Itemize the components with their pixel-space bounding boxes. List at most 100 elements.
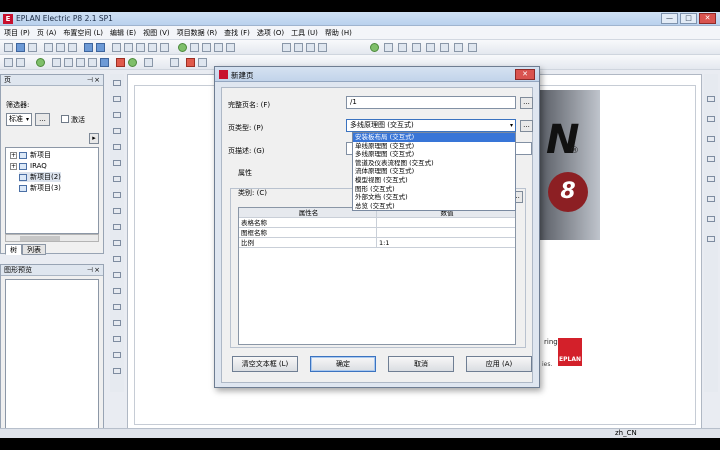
copy-icon[interactable] — [56, 43, 65, 52]
table-row[interactable]: 表格名称 — [239, 218, 515, 228]
paste-icon[interactable] — [68, 43, 77, 52]
window-icon[interactable] — [190, 43, 199, 52]
zoom-out-icon[interactable] — [214, 43, 223, 52]
full-page-name-browse-button[interactable]: ... — [520, 97, 533, 109]
cross-ref-icon[interactable] — [306, 43, 315, 52]
measure-icon[interactable] — [294, 43, 303, 52]
tool-icon[interactable] — [113, 320, 121, 326]
ok-button[interactable]: 确定 — [310, 356, 376, 372]
menu-tools[interactable]: 工具 (U) — [291, 28, 318, 38]
tool-icon[interactable] — [707, 196, 715, 202]
tree-item-new-project[interactable]: + 新项目 — [10, 150, 51, 160]
table-row[interactable]: 比例 1:1 — [239, 238, 515, 248]
clear-textbox-button[interactable]: 清空文本框 (L) — [232, 356, 298, 372]
zoom-in-icon[interactable] — [202, 43, 211, 52]
tree-item-new-project-2[interactable]: 新项目(2) — [19, 172, 61, 182]
tool-icon[interactable] — [113, 272, 121, 278]
page-icon[interactable] — [282, 43, 291, 52]
tool-icon[interactable] — [113, 80, 121, 86]
tool-icon[interactable] — [113, 304, 121, 310]
menu-edit[interactable]: 编辑 (E) — [110, 28, 136, 38]
dropdown-option[interactable]: 图形 (交互式) — [353, 185, 515, 194]
jump-icon[interactable] — [198, 58, 207, 67]
dropdown-option[interactable]: 外部文档 (交互式) — [353, 193, 515, 202]
maximize-button[interactable]: □ — [680, 13, 697, 24]
component-icon[interactable] — [36, 58, 45, 67]
tool-icon[interactable] — [113, 224, 121, 230]
tool-icon[interactable] — [113, 128, 121, 134]
property-value[interactable] — [377, 218, 515, 227]
menu-help[interactable]: 帮助 (H) — [325, 28, 352, 38]
menu-view[interactable]: 视图 (V) — [143, 28, 169, 38]
menu-page[interactable]: 页 (A) — [37, 28, 56, 38]
tool-icon[interactable] — [113, 256, 121, 262]
tool-icon[interactable] — [113, 240, 121, 246]
filter-more-button[interactable]: ... — [35, 113, 50, 126]
tool-icon[interactable] — [113, 368, 121, 374]
property-value[interactable] — [377, 228, 515, 237]
expand-icon[interactable]: + — [10, 151, 17, 159]
dropdown-option[interactable]: 流体原理图 (交互式) — [353, 167, 515, 176]
tool-icon[interactable] — [113, 192, 121, 198]
tool-icon[interactable] — [113, 144, 121, 150]
layer-icon[interactable] — [148, 43, 157, 52]
pin-icon[interactable]: ⊣ — [87, 75, 93, 85]
pin-icon[interactable]: ⊣ — [87, 265, 93, 275]
close-icon[interactable]: × — [94, 265, 100, 275]
dropdown-option[interactable]: 总览 (交互式) — [353, 202, 515, 211]
tool-icon[interactable] — [707, 176, 715, 182]
close-window-button[interactable]: ✕ — [699, 13, 716, 24]
tool-icon[interactable] — [113, 336, 121, 342]
grid-icon[interactable] — [124, 43, 133, 52]
wire-icon[interactable] — [88, 58, 97, 67]
bracket-icon[interactable] — [170, 58, 179, 67]
menu-layout-space[interactable]: 布置空间 (L) — [63, 28, 103, 38]
device-icon[interactable] — [16, 58, 25, 67]
snap-icon[interactable] — [136, 43, 145, 52]
cable-icon[interactable] — [76, 58, 85, 67]
connector-icon[interactable] — [52, 58, 61, 67]
dropdown-option[interactable]: 安装板布局 (交互式) — [353, 133, 515, 142]
tree-horizontal-scrollbar[interactable] — [5, 234, 99, 242]
new-icon[interactable] — [4, 43, 13, 52]
circle-icon[interactable] — [468, 43, 477, 52]
tool-icon[interactable] — [113, 96, 121, 102]
menu-options[interactable]: 选项 (O) — [257, 28, 284, 38]
interrupt-icon[interactable] — [116, 58, 125, 67]
property-value[interactable]: 1:1 — [377, 238, 515, 247]
tool-icon[interactable] — [113, 208, 121, 214]
search-icon[interactable] — [318, 43, 327, 52]
tool-icon[interactable] — [707, 136, 715, 142]
terminal-icon[interactable] — [64, 58, 73, 67]
bus-icon[interactable] — [144, 58, 153, 67]
run-icon[interactable] — [178, 43, 187, 52]
tool-icon[interactable] — [113, 176, 121, 182]
text-icon[interactable] — [426, 43, 435, 52]
menu-find[interactable]: 查找 (F) — [224, 28, 250, 38]
tree-item-new-project-3[interactable]: 新项目(3) — [19, 183, 61, 193]
cut-icon[interactable] — [44, 43, 53, 52]
dropdown-option[interactable]: 模型视图 (交互式) — [353, 176, 515, 185]
check-icon[interactable] — [370, 43, 379, 52]
arc-icon[interactable] — [454, 43, 463, 52]
graphics-icon[interactable] — [412, 43, 421, 52]
print-icon[interactable] — [112, 43, 121, 52]
filter-select[interactable]: 标准 ▾ — [6, 113, 32, 126]
dialog-close-button[interactable]: ✕ — [515, 69, 535, 80]
activate-checkbox[interactable] — [61, 115, 69, 123]
tool-icon[interactable] — [707, 156, 715, 162]
tree-item-iraq[interactable]: + IRAQ — [10, 161, 47, 171]
close-icon[interactable]: × — [94, 75, 100, 85]
potential-icon[interactable] — [128, 58, 137, 67]
report-icon[interactable] — [384, 43, 393, 52]
page-type-select[interactable]: 多线原理图 (交互式) ▾ — [346, 119, 516, 132]
page-type-browse-button[interactable]: ... — [520, 120, 533, 132]
minimize-button[interactable]: — — [661, 13, 678, 24]
menu-project[interactable]: 项目 (P) — [4, 28, 30, 38]
apply-button[interactable]: 应用 (A) — [466, 356, 532, 372]
cancel-button[interactable]: 取消 — [388, 356, 454, 372]
tool-icon[interactable] — [113, 160, 121, 166]
full-page-name-input[interactable]: /1 — [346, 96, 516, 109]
open-icon[interactable] — [16, 43, 25, 52]
menu-project-data[interactable]: 项目数据 (R) — [177, 28, 218, 38]
